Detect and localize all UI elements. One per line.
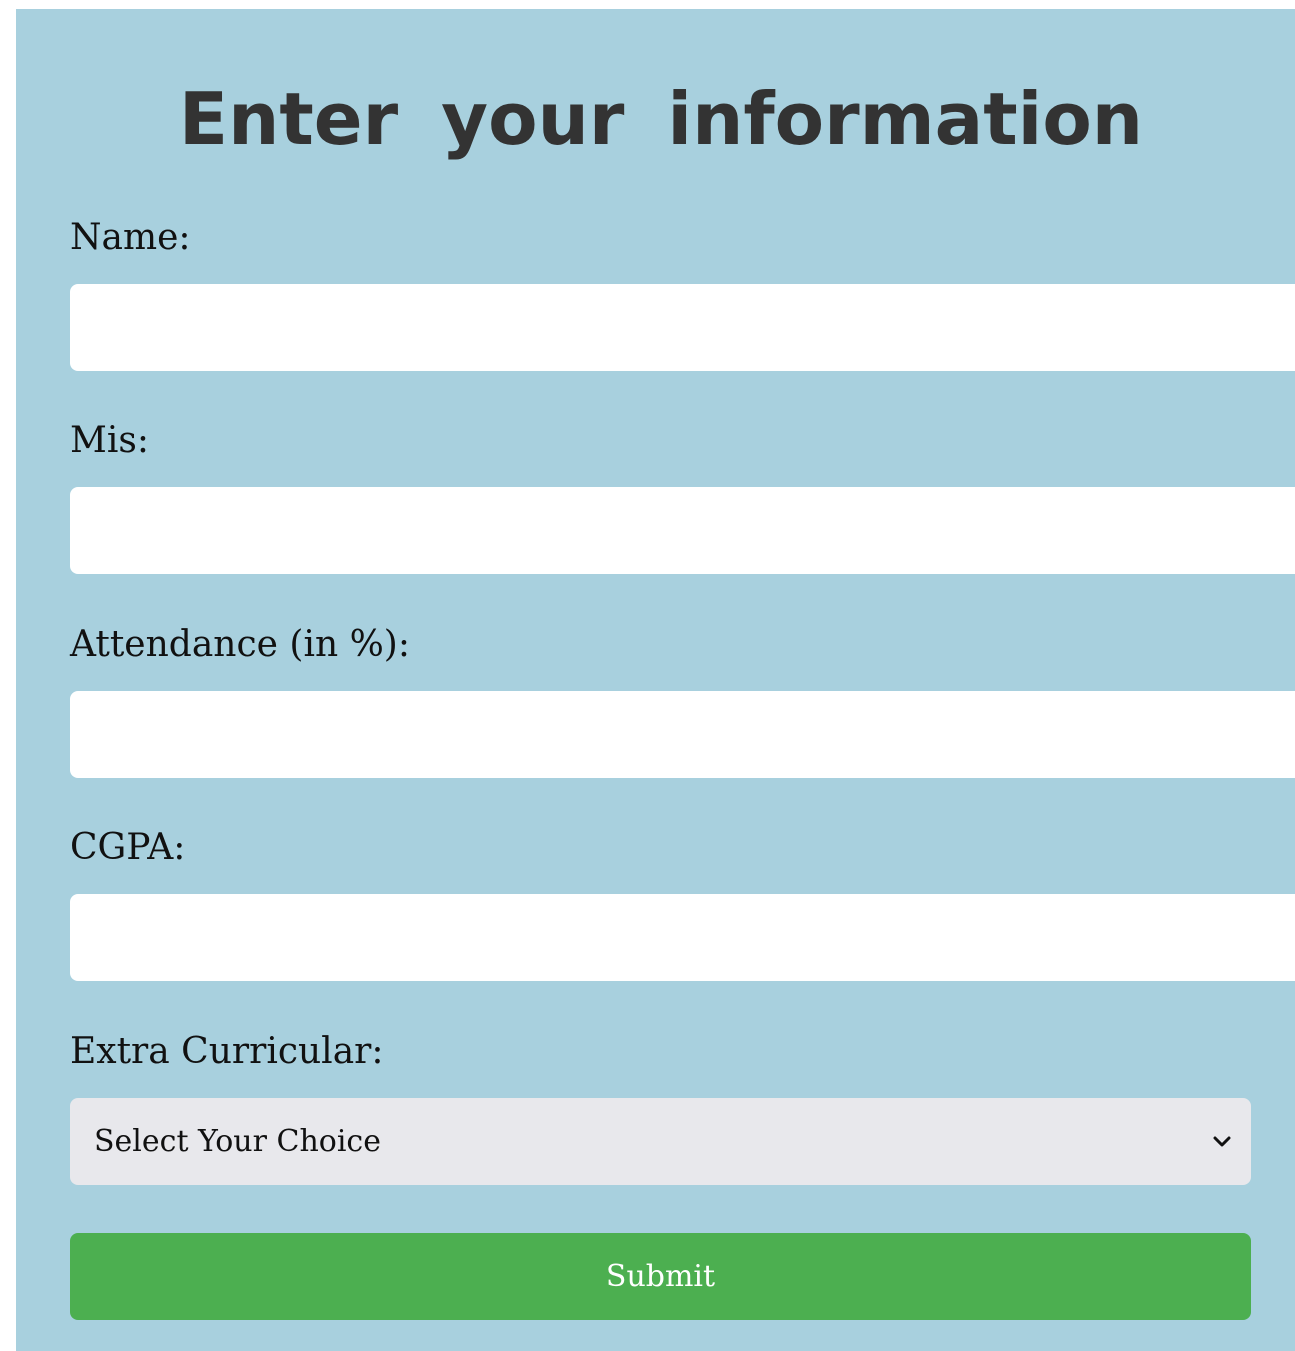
submit-button[interactable]: Submit	[70, 1233, 1251, 1320]
extra-curricular-select[interactable]: Select Your Choice	[70, 1098, 1251, 1185]
cgpa-input[interactable]	[70, 894, 1295, 981]
mis-input[interactable]	[70, 487, 1295, 574]
attendance-label: Attendance (in %):	[70, 624, 410, 665]
chevron-down-icon	[1213, 1136, 1231, 1147]
extra-curricular-label: Extra Curricular:	[70, 1031, 384, 1072]
mis-label: Mis:	[70, 420, 149, 461]
name-label: Name:	[70, 217, 191, 258]
name-input[interactable]	[70, 284, 1295, 371]
select-value: Select Your Choice	[94, 1124, 381, 1159]
attendance-input[interactable]	[70, 691, 1295, 778]
cgpa-label: CGPA:	[70, 827, 186, 868]
page-title: Enter your information	[178, 77, 1144, 161]
info-form: Enter your information Name: Mis: Attend…	[16, 9, 1295, 1351]
